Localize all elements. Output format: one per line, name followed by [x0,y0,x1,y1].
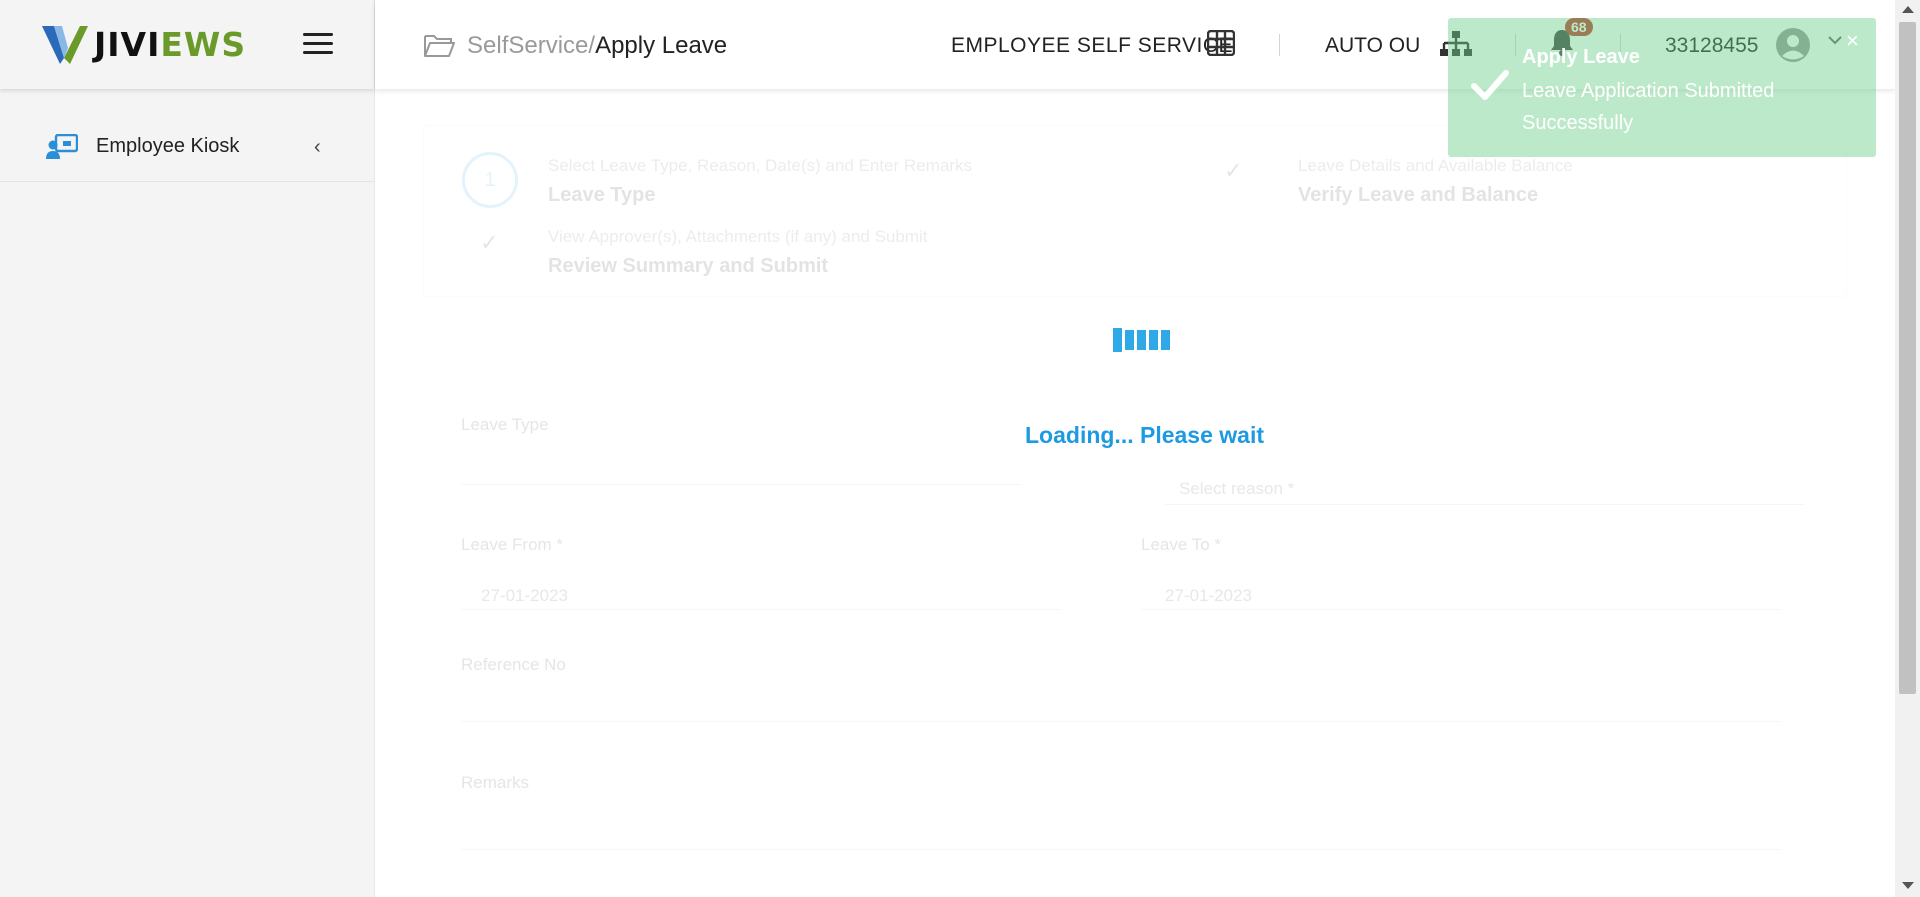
sidebar-item-employee-kiosk[interactable]: Employee Kiosk ‹ [0,110,375,182]
success-toast[interactable]: Apply Leave Leave Application Submitted … [1448,18,1876,157]
reason-underline [1165,504,1805,505]
breadcrumb-root[interactable]: SelfService [467,32,588,59]
brand-bar: JIVIEWS [0,0,374,89]
logo-text: JIVIEWS [94,24,247,64]
step-2-title[interactable]: Verify Leave and Balance [1298,184,1538,207]
loading-spinner [1113,328,1175,352]
step-3-subtitle: View Approver(s), Attachments (if any) a… [548,227,928,246]
step-3-title[interactable]: Review Summary and Submit [548,255,828,278]
step-1-indicator: 1 [462,152,518,208]
module-name[interactable]: EMPLOYEE SELF SERVICE [951,34,1233,58]
menu-toggle-icon[interactable] [303,33,333,57]
step-1-subtitle: Select Leave Type, Reason, Date(s) and E… [548,156,972,175]
logo-mark-icon [42,26,88,64]
sidebar-item-label: Employee Kiosk [96,135,240,157]
step-2-subtitle: Leave Details and Available Balance [1298,156,1573,175]
breadcrumb: SelfService/Apply Leave [467,32,727,60]
leave-from-input[interactable]: 27-01-2023 [481,586,568,606]
toast-message: Leave Application Submitted Successfully [1522,80,1775,134]
leave-to-underline [1141,609,1781,610]
reference-no-input[interactable] [461,721,1781,722]
leave-type-select[interactable] [461,484,1021,485]
grid-menu-icon[interactable] [1207,30,1235,56]
leave-to-label: Leave To * [1141,535,1222,554]
reason-select[interactable]: Select reason * [1179,479,1294,499]
scroll-down-arrow-icon[interactable] [1902,882,1914,889]
vertical-scrollbar[interactable] [1895,0,1920,897]
header-divider [1279,34,1280,56]
check-icon [1471,70,1509,100]
breadcrumb-current: Apply Leave [595,32,728,59]
step-1-title[interactable]: Leave Type [548,184,655,207]
employee-kiosk-icon [46,134,78,159]
reference-no-label: Reference No [461,655,566,674]
org-unit-name[interactable]: AUTO OU [1325,34,1420,58]
leave-to-input[interactable]: 27-01-2023 [1165,586,1252,606]
step-3-check-icon: ✓ [480,230,499,255]
remarks-input[interactable] [461,849,1781,850]
scrollbar-thumb[interactable] [1899,22,1916,694]
chevron-left-icon[interactable]: ‹ [314,136,321,159]
leave-type-label: Leave Type [461,415,549,434]
folder-open-icon [424,35,455,57]
loading-message: Loading... Please wait [1025,422,1265,448]
remarks-label: Remarks [461,773,530,792]
close-icon[interactable]: × [1846,28,1859,54]
step-2-check-icon: ✓ [1224,158,1243,183]
sidebar: JIVIEWS Employee Kiosk ‹ [0,0,375,897]
scroll-up-arrow-icon[interactable] [1902,6,1914,13]
leave-from-label: Leave From * [461,535,564,554]
app-logo[interactable]: JIVIEWS [40,22,246,66]
main-content: 1 Select Leave Type, Reason, Date(s) and… [375,89,1895,897]
leave-from-underline [461,609,1061,610]
toast-title: Apply Leave [1522,46,1640,68]
